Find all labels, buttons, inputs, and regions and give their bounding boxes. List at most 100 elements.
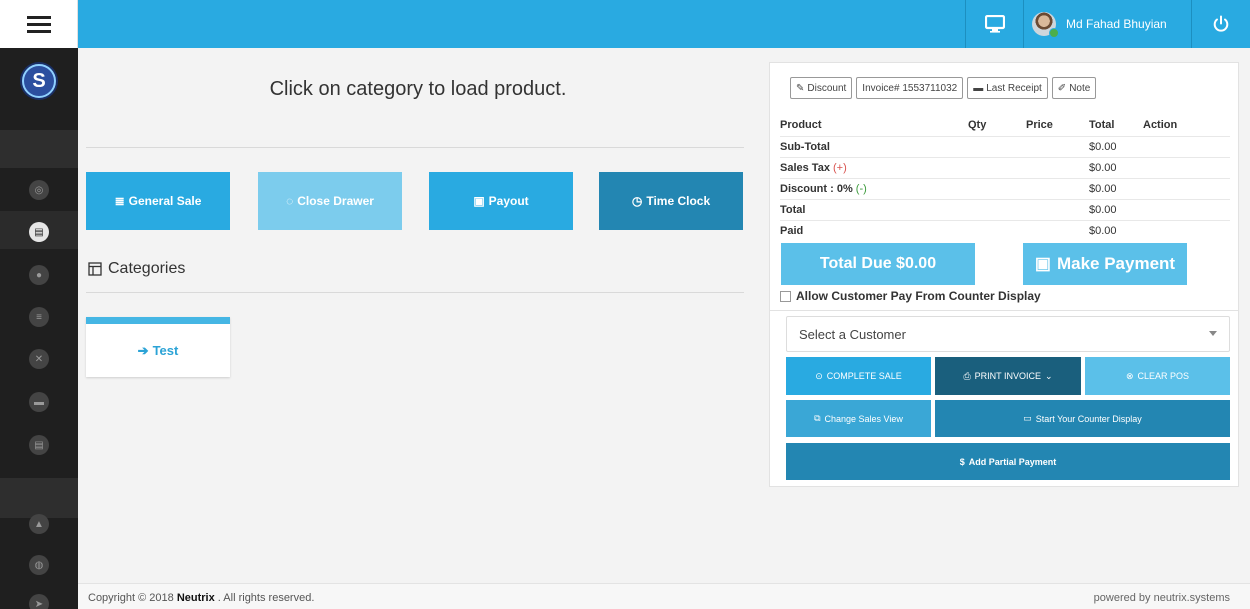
note-label: Note [1069, 82, 1091, 94]
power-icon [1213, 15, 1229, 32]
clone-icon: ⧉ [814, 413, 821, 423]
print-invoice-button[interactable]: ⎙ PRINT INVOICE ⌄ [935, 357, 1081, 395]
start-counter-display-button[interactable]: ▭ Start Your Counter Display [935, 400, 1230, 437]
print-invoice-label: PRINT INVOICE [974, 371, 1041, 381]
add-partial-payment-label: Add Partial Payment [968, 456, 1057, 467]
chevron-right-circle-icon: ➔ [137, 342, 149, 358]
copyright-suffix: . All rights reserved. [217, 592, 315, 604]
total-due-label: Total Due $0.00 [819, 255, 937, 272]
database-icon[interactable]: ≡ [29, 307, 49, 327]
user-name: Md Fahad Bhuyian [1066, 17, 1167, 31]
invoice-number[interactable]: Invoice# 1553711032 [856, 77, 964, 99]
column-product: Product [780, 119, 822, 131]
complete-sale-button[interactable]: ⊙ COMPLETE SALE [786, 357, 931, 395]
hamburger-icon [26, 12, 51, 37]
close-drawer-button[interactable]: ◌ Close Drawer [258, 172, 402, 230]
make-payment-label: Make Payment [1056, 254, 1176, 273]
monitor-icon [984, 15, 1005, 33]
discount-value: $0.00 [1089, 183, 1117, 195]
close-circle-icon[interactable]: ✕ [29, 349, 49, 369]
clock-icon: ◷ [631, 194, 643, 208]
counter-display-button[interactable] [965, 0, 1023, 48]
paid-label: Paid [780, 225, 804, 237]
dashboard-icon[interactable]: ◎ [29, 180, 49, 200]
general-sale-button[interactable]: ≣ General Sale [86, 172, 230, 230]
column-price: Price [1026, 119, 1053, 131]
chart-icon[interactable]: ▲ [29, 514, 49, 534]
last-receipt-button[interactable]: ▬ Last Receipt [967, 77, 1048, 99]
add-partial-payment-button[interactable]: $ Add Partial Payment [786, 443, 1230, 480]
change-sales-view-label: Change Sales View [824, 413, 903, 424]
sales-tax-value: $0.00 [1089, 162, 1117, 174]
cart-icon[interactable]: ▬ [29, 392, 49, 412]
divider [770, 310, 1238, 311]
hamburger-menu-button[interactable] [0, 0, 78, 48]
column-qty: Qty [968, 119, 987, 131]
printer-icon: ⎙ [963, 370, 971, 381]
close-drawer-label: Close Drawer [297, 194, 374, 208]
caret-down-icon [1209, 331, 1217, 336]
subtotal-label: Sub-Total [780, 141, 830, 153]
check-circle-icon: ⊙ [815, 370, 823, 381]
user-menu[interactable]: Md Fahad Bhuyian [1023, 0, 1191, 48]
allow-counter-pay-option[interactable]: Allow Customer Pay From Counter Display [780, 289, 1041, 303]
table-header: Product Qty Price Total Action [780, 115, 1230, 136]
make-payment-button[interactable]: ▣ Make Payment [1023, 243, 1187, 285]
sidebar-divider [0, 478, 78, 518]
discount-button[interactable]: ✎ Discount [790, 77, 853, 99]
paid-value: $0.00 [1089, 225, 1117, 237]
complete-sale-label: COMPLETE SALE [826, 371, 902, 381]
discount-label: Discount [807, 82, 847, 94]
arrow-icon[interactable]: ➤ [29, 594, 49, 609]
column-action: Action [1143, 119, 1178, 131]
categories-header: Categories [88, 260, 185, 278]
app-logo[interactable]: S [22, 64, 56, 98]
total-label: Total [780, 204, 806, 216]
copyright-prefix: Copyright © 2018 [88, 592, 174, 604]
change-sales-view-button[interactable]: ⧉ Change Sales View [786, 400, 931, 437]
clear-pos-button[interactable]: ⊗ CLEAR POS [1085, 357, 1230, 395]
logout-button[interactable] [1191, 0, 1250, 48]
allow-counter-pay-checkbox[interactable] [780, 290, 791, 302]
circle-notch-icon: ◌ [286, 194, 294, 208]
sales-tax-label: Sales Tax [780, 162, 830, 174]
powered-by: powered by neutrix.systems [1093, 592, 1230, 604]
payout-button[interactable]: ▣ Payout [429, 172, 573, 230]
category-card-test[interactable]: ➔ Test [86, 317, 230, 377]
time-clock-label: Time Clock [646, 194, 711, 208]
start-counter-display-label: Start Your Counter Display [1035, 413, 1142, 424]
money-icon: ▣ [473, 194, 485, 208]
basket-icon[interactable]: ▤ [29, 222, 49, 242]
top-navbar: Md Fahad Bhuyian [78, 0, 1250, 48]
table-row: Discount : 0% (-) $0.00 [780, 178, 1230, 199]
dollar-icon: $ [959, 456, 965, 467]
basket-icon[interactable]: ▤ [29, 435, 49, 455]
divider [86, 292, 744, 293]
sales-tax-add-button[interactable]: (+) [833, 162, 847, 174]
pos-panel: ✎ Discount Invoice# 1553711032 ▬ Last Rece… [769, 62, 1239, 487]
panel-toolbar: ✎ Discount Invoice# 1553711032 ▬ Last Rece… [790, 77, 1097, 99]
monitor-icon: ▭ [1023, 413, 1032, 423]
payout-label: Payout [488, 194, 529, 208]
copyright-text: Copyright © 2018 Neutrix . All rights re… [88, 592, 314, 604]
table-row: Sub-Total $0.00 [780, 136, 1230, 157]
discount-remove-button[interactable]: (-) [856, 183, 867, 195]
table-row: Paid $0.00 [780, 220, 1230, 241]
allow-counter-pay-label: Allow Customer Pay From Counter Display [796, 289, 1041, 303]
customer-select[interactable]: Select a Customer [786, 316, 1230, 352]
page-title: Click on category to load product. [269, 78, 567, 100]
invoice-label: Invoice# 1553711032 [862, 82, 958, 94]
categories-title: Categories [108, 260, 186, 277]
column-total: Total [1089, 119, 1115, 131]
table-row: Sales Tax (+) $0.00 [780, 157, 1230, 178]
user-icon[interactable]: ● [29, 265, 49, 285]
cart-table: Product Qty Price Total Action Sub-Total… [780, 115, 1230, 241]
divider [86, 147, 744, 148]
pencil-icon: ✎ [796, 82, 805, 94]
time-clock-button[interactable]: ◷ Time Clock [599, 172, 743, 230]
globe-icon[interactable]: ◍ [29, 555, 49, 575]
discount-row-label: Discount : 0% [780, 183, 853, 195]
brand-link[interactable]: Neutrix [177, 592, 215, 604]
subtotal-value: $0.00 [1089, 141, 1117, 153]
note-button[interactable]: ✐ Note [1051, 77, 1097, 99]
